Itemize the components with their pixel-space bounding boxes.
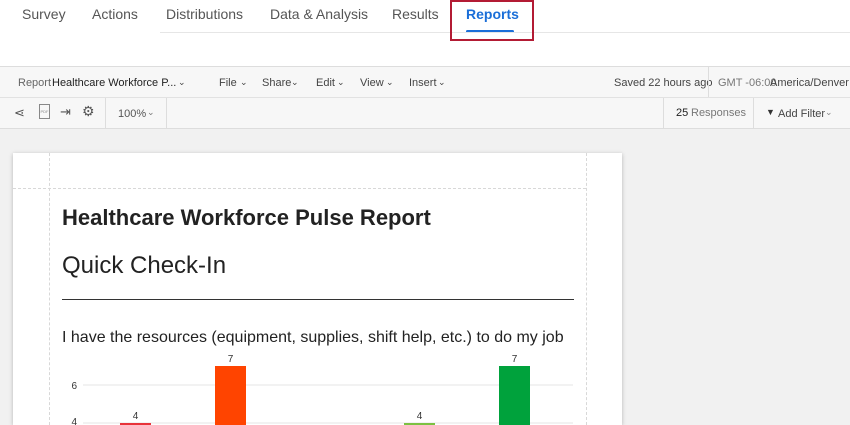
divider [708, 67, 709, 97]
divider [166, 98, 167, 128]
bar-value-label: 7 [512, 354, 518, 365]
bar-value-label: 7 [228, 354, 234, 365]
share-icon[interactable]: ⋖ [14, 105, 25, 121]
tab-survey[interactable]: Survey [22, 6, 66, 22]
responses-label: Responses [691, 107, 747, 119]
export-icon[interactable]: ⇥ [60, 104, 71, 120]
menu-edit[interactable]: Edit [316, 77, 335, 89]
chevron-down-icon[interactable]: ⌄ [178, 77, 186, 88]
chevron-down-icon: ⌄ [147, 107, 155, 117]
report-name-dropdown[interactable]: Healthcare Workforce P... [52, 77, 176, 89]
timezone-offset[interactable]: GMT -06:00 [718, 77, 777, 89]
pdf-icon[interactable]: PDF [39, 104, 50, 119]
chevron-down-icon: ⌄ [825, 107, 833, 117]
tab-actions[interactable]: Actions [92, 6, 138, 22]
report-toolbar: ⋖ PDF ⇥ ⚙ 100% ⌄ 25 Responses ▼ Add Filt… [0, 98, 850, 129]
tab-distributions[interactable]: Distributions [166, 6, 243, 22]
bar [499, 366, 530, 425]
add-filter-button[interactable]: Add Filter [778, 108, 825, 120]
top-nav: Survey Actions Distributions Data & Anal… [0, 0, 850, 41]
tab-results[interactable]: Results [392, 6, 439, 22]
y-tick-label: 4 [71, 417, 77, 425]
divider [663, 98, 664, 128]
menu-share[interactable]: Share [262, 77, 291, 89]
zoom-dropdown[interactable]: 100% [118, 108, 146, 120]
chevron-down-icon: ⌄ [291, 77, 299, 87]
divider [753, 98, 754, 128]
bar-value-label: 4 [417, 411, 423, 422]
bar-chart: 4 6 4 7 4 7 [71, 354, 573, 425]
report-label: Report [18, 77, 52, 89]
menu-insert[interactable]: Insert [409, 77, 437, 89]
bar [215, 366, 246, 425]
chevron-down-icon: ⌄ [240, 77, 248, 87]
bar-value-label: 4 [133, 411, 139, 422]
chevron-down-icon: ⌄ [438, 77, 446, 87]
highlight-box [450, 0, 534, 41]
chevron-down-icon: ⌄ [337, 77, 345, 87]
y-tick-label: 6 [71, 381, 77, 392]
report-menu-bar: Report Healthcare Workforce P... ⌄ File … [0, 66, 850, 98]
divider [105, 98, 106, 128]
report-canvas: Healthcare Workforce Pulse Report Quick … [0, 129, 850, 425]
gear-icon[interactable]: ⚙ [82, 103, 95, 120]
timezone-name[interactable]: America/Denver [770, 77, 849, 89]
filter-icon[interactable]: ▼ [766, 107, 775, 117]
report-page: Healthcare Workforce Pulse Report Quick … [13, 153, 622, 425]
menu-view[interactable]: View [360, 77, 384, 89]
responses-count: 25 [676, 107, 689, 119]
tab-data-analysis[interactable]: Data & Analysis [270, 6, 368, 22]
chevron-down-icon: ⌄ [386, 77, 394, 87]
saved-status: Saved 22 hours ago [614, 77, 713, 89]
menu-file[interactable]: File [219, 77, 237, 89]
